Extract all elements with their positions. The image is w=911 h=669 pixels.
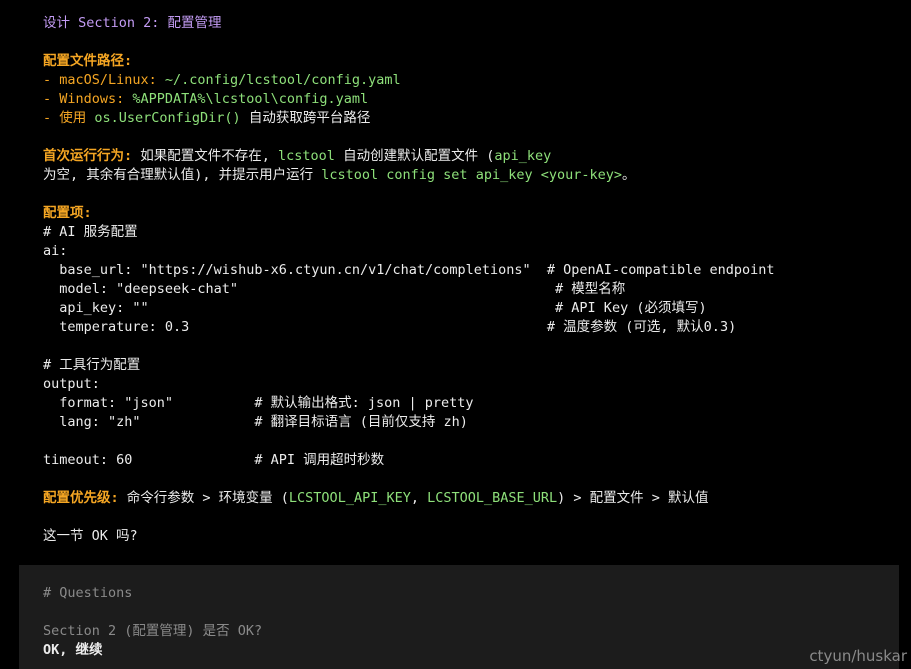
config-line: temperature: 0.3 # 温度参数 (可选, 默认0.3) (43, 319, 737, 335)
path-win-prefix: - Windows: (43, 91, 133, 107)
priority-text-2: ) > 配置文件 > 默认值 (557, 490, 709, 506)
path-use-prefix: - 使用 (43, 110, 95, 126)
config-line: model: "deepseek-chat" # 模型名称 (43, 281, 626, 297)
config-line: timeout: 60 # API 调用超时秒数 (43, 452, 385, 468)
section-title: 设计 Section 2: 配置管理 (43, 15, 222, 31)
path-win: - Windows: %APPDATA%\lcstool\config.yaml (43, 90, 368, 109)
path-use-fn: os.UserConfigDir() (94, 110, 241, 126)
first-run-cmd-1: lcstool (278, 148, 335, 164)
config-line: # 工具行为配置 (43, 357, 141, 373)
first-run-key: api_key (494, 148, 552, 164)
first-run-cmd-2: lcstool config set api_key <your-key> (321, 167, 622, 183)
first-run-line-2: 为空, 其余有合理默认值), 并提示用户运行 lcstool config se… (43, 166, 636, 185)
path-use-suffix: 自动获取跨平台路径 (240, 110, 371, 126)
priority-sep: , (410, 490, 428, 506)
config-line: # AI 服务配置 (43, 224, 138, 240)
ok-question: 这一节 OK 吗? (43, 528, 138, 544)
answer-text: OK, 继续 (43, 642, 103, 658)
priority-env-2: LCSTOOL_BASE_URL (427, 490, 558, 506)
config-line: api_key: "" # API Key (必须填写) (43, 300, 707, 316)
terminal-output: 设计 Section 2: 配置管理 配置文件路径: - macOS/Linux… (0, 0, 911, 669)
path-win-value: %APPDATA%\lcstool\config.yaml (132, 91, 369, 107)
priority-env-1: LCSTOOL_API_KEY (288, 490, 411, 506)
config-line: lang: "zh" # 翻译目标语言 (目前仅支持 zh) (43, 414, 468, 430)
path-use: - 使用 os.UserConfigDir() 自动获取跨平台路径 (43, 109, 370, 128)
config-line: output: (43, 376, 100, 392)
paths-heading: 配置文件路径: (43, 53, 133, 69)
priority-heading: 配置优先级: (43, 490, 119, 506)
path-mac-prefix: - macOS/Linux: (43, 72, 165, 88)
config-line: base_url: "https://wishub-x6.ctyun.cn/v1… (43, 262, 775, 278)
first-run-text-4: 。 (622, 167, 636, 183)
config-line: ai: (43, 243, 68, 259)
config-line: format: "json" # 默认输出格式: json | pretty (43, 395, 474, 411)
first-run-text-3: 为空, 其余有合理默认值), 并提示用户运行 (43, 167, 322, 183)
first-run-heading: 首次运行行为: (43, 148, 133, 164)
path-mac: - macOS/Linux: ~/.config/lcstool/config.… (43, 71, 401, 90)
question-block: # Questions Section 2 (配置管理) 是否 OK? OK, … (19, 565, 899, 669)
path-mac-value: ~/.config/lcstool/config.yaml (164, 72, 401, 88)
priority-line: 配置优先级: 命令行参数 > 环境变量 (LCSTOOL_API_KEY, LC… (43, 489, 709, 508)
priority-text-1: 命令行参数 > 环境变量 ( (118, 490, 289, 506)
first-run-text-2: 自动创建默认配置文件 ( (334, 148, 495, 164)
config-items-heading: 配置项: (43, 205, 92, 221)
first-run-text-1: 如果配置文件不存在, (132, 148, 279, 164)
watermark: ctyun/huskar (809, 647, 907, 665)
question-text: Section 2 (配置管理) 是否 OK? (43, 623, 263, 639)
first-run-line-1: 首次运行行为: 如果配置文件不存在, lcstool 自动创建默认配置文件 (a… (43, 147, 551, 166)
questions-heading: # Questions (43, 585, 133, 601)
